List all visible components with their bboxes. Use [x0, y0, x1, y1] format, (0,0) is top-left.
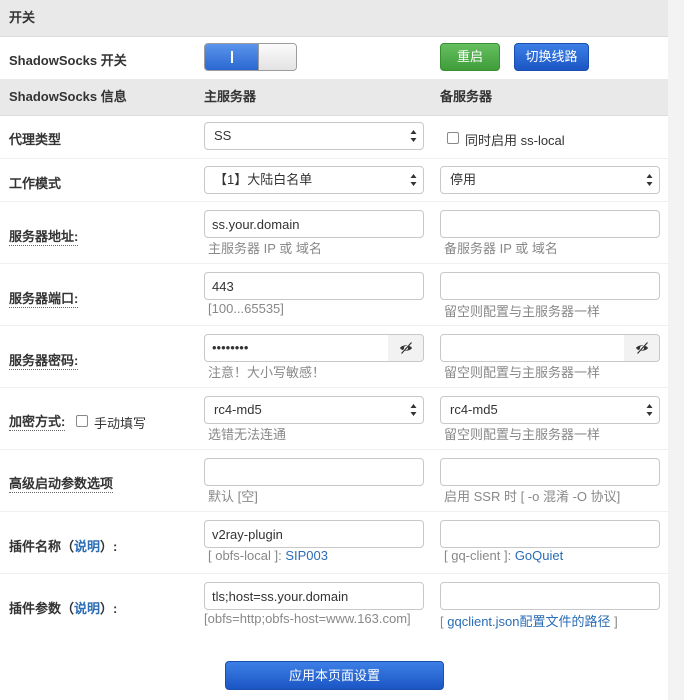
plugin-name-help-link[interactable]: 说明 — [74, 539, 100, 554]
backup-adv-params-hint: 启用 SSR 时 [ -o 混淆 -O 协议] — [444, 489, 621, 504]
sip003-link[interactable]: SIP003 — [285, 548, 328, 563]
backup-plugin-params-hint-suffix: ] — [610, 614, 618, 629]
row-divider — [0, 387, 668, 388]
plugin-name-hint-prefix: [ obfs-local ]: — [208, 548, 286, 563]
plugin-name-label-prefix: 插件名称（ — [9, 539, 75, 554]
select-arrows-icon — [646, 174, 653, 186]
switch-line-button[interactable]: 切换线路 — [514, 43, 589, 71]
ss-local-label: 同时启用 ss-local — [465, 133, 565, 148]
toggle-off-half — [259, 44, 296, 70]
eye-slash-icon — [400, 341, 412, 355]
plugin-name-input[interactable] — [204, 520, 424, 548]
gqclient-json-link[interactable]: gqclient.json配置文件的路径 — [447, 614, 610, 629]
backup-plugin-params-hint: [ gqclient.json配置文件的路径 ] — [440, 611, 618, 630]
ss-toggle[interactable] — [204, 43, 297, 71]
server-pwd-label: 服务器密码: — [9, 350, 79, 370]
backup-plugin-name-input[interactable] — [440, 520, 660, 548]
work-mode-value: 【1】大陆白名单 — [214, 172, 313, 187]
apply-settings-button[interactable]: 应用本页面设置 — [225, 661, 444, 690]
manual-encrypt-checkbox[interactable] — [76, 415, 88, 427]
backup-server-addr-hint: 备服务器 IP 或 域名 — [444, 241, 558, 256]
server-port-input[interactable] — [204, 272, 424, 300]
encrypt-label: 加密方式: — [9, 411, 66, 431]
goquiet-link[interactable]: GoQuiet — [515, 548, 563, 563]
show-password-button[interactable] — [388, 334, 424, 362]
backup-plugin-params-input[interactable] — [440, 582, 660, 610]
plugin-name-label-suffix: ）: — [100, 539, 118, 554]
eye-slash-icon — [636, 341, 648, 355]
backup-show-password-button[interactable] — [624, 334, 660, 362]
backup-server-pwd-hint: 留空则配置与主服务器一样 — [444, 365, 601, 380]
select-arrows-icon — [410, 130, 417, 142]
plugin-params-label-suffix: ）: — [100, 601, 118, 616]
main-server-header: 主服务器 — [204, 89, 257, 104]
select-arrows-icon — [410, 404, 417, 416]
plugin-name-label: 插件名称（说明）: — [9, 536, 117, 555]
backup-work-mode-select[interactable]: 停用 — [440, 166, 660, 194]
row-divider — [0, 263, 668, 264]
section-title: 开关 — [9, 10, 36, 25]
row-divider — [0, 511, 668, 512]
backup-server-port-input[interactable] — [440, 272, 660, 300]
toggle-on-mark — [231, 51, 233, 63]
backup-encrypt-hint: 留空则配置与主服务器一样 — [444, 427, 601, 442]
backup-plugin-name-hint-prefix: [ gq-client ]: — [444, 548, 515, 563]
backup-encrypt-select[interactable]: rc4-md5 — [440, 396, 660, 424]
work-mode-label: 工作模式 — [9, 176, 62, 191]
backup-server-port-hint: 留空则配置与主服务器一样 — [444, 304, 601, 319]
ss-local-checkbox[interactable] — [447, 132, 459, 144]
encrypt-select[interactable]: rc4-md5 — [204, 396, 424, 424]
server-addr-input[interactable] — [204, 210, 424, 238]
section-header: 开关 — [0, 0, 668, 37]
plugin-params-input[interactable] — [204, 582, 424, 610]
row-divider — [0, 158, 668, 159]
encrypt-value: rc4-md5 — [214, 402, 262, 417]
plugin-name-hint: [ obfs-local ]: SIP003 — [208, 548, 328, 563]
info-header-title: ShadowSocks 信息 — [9, 89, 127, 104]
select-arrows-icon — [646, 404, 653, 416]
proxy-type-select[interactable]: SS — [204, 122, 424, 150]
backup-encrypt-value: rc4-md5 — [450, 402, 498, 417]
server-addr-label: 服务器地址: — [9, 226, 79, 246]
adv-params-input[interactable] — [204, 458, 424, 486]
server-pwd-input[interactable]: •••••••• — [204, 334, 389, 362]
divider — [0, 36, 668, 37]
plugin-params-hint: [obfs=http;obfs-host=www.163.com] — [204, 611, 411, 626]
encrypt-hint: 选错无法连通 — [208, 427, 287, 442]
row-divider — [0, 201, 668, 202]
row-divider — [0, 449, 668, 450]
scroll-gutter — [668, 0, 684, 700]
plugin-params-help-link[interactable]: 说明 — [74, 601, 100, 616]
manual-encrypt-label: 手动填写 — [94, 416, 147, 431]
plugin-params-label: 插件参数（说明）: — [9, 598, 117, 617]
proxy-type-label: 代理类型 — [9, 132, 62, 147]
plugin-params-label-prefix: 插件参数（ — [9, 601, 75, 616]
work-mode-select[interactable]: 【1】大陆白名单 — [204, 166, 424, 194]
server-port-label: 服务器端口: — [9, 288, 79, 308]
restart-button[interactable]: 重启 — [440, 43, 500, 71]
server-pwd-hint: 注意！大小写敏感！ — [208, 365, 326, 380]
row-divider — [0, 573, 668, 574]
backup-work-mode-value: 停用 — [450, 172, 477, 187]
server-addr-hint: 主服务器 IP 或 域名 — [208, 241, 322, 256]
toggle-on-half — [205, 44, 259, 70]
backup-plugin-name-hint: [ gq-client ]: GoQuiet — [444, 548, 563, 563]
proxy-type-value: SS — [214, 128, 232, 143]
info-header: ShadowSocks 信息 主服务器 备服务器 — [0, 79, 668, 116]
adv-params-hint: 默认 [空] — [208, 489, 258, 504]
backup-server-addr-input[interactable] — [440, 210, 660, 238]
adv-params-label: 高级启动参数选项 — [9, 473, 114, 493]
select-arrows-icon — [410, 174, 417, 186]
ss-switch-label: ShadowSocks 开关 — [9, 53, 127, 68]
row-divider — [0, 325, 668, 326]
backup-server-header: 备服务器 — [440, 89, 493, 104]
server-port-hint: [100...65535] — [208, 301, 284, 316]
backup-adv-params-input[interactable] — [440, 458, 660, 486]
backup-server-pwd-input[interactable] — [440, 334, 625, 362]
